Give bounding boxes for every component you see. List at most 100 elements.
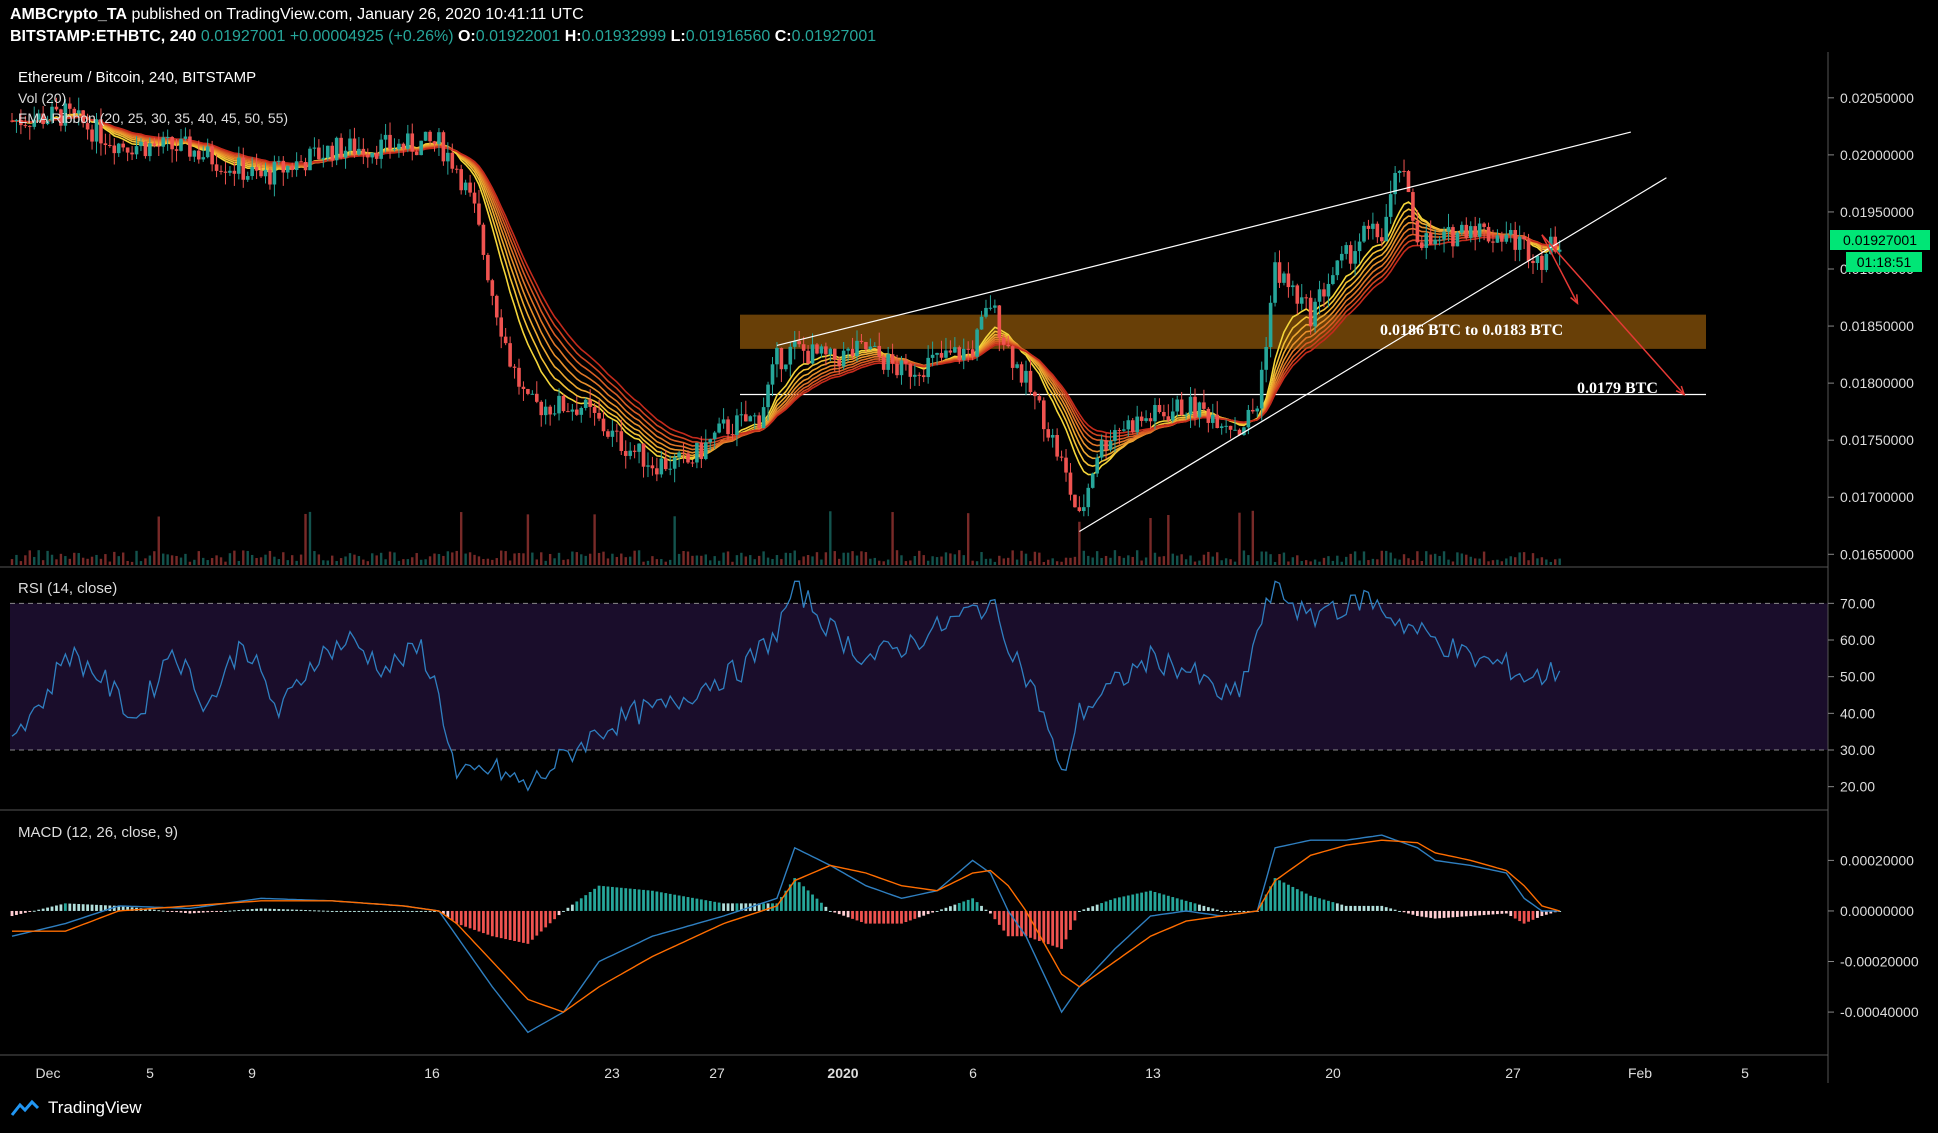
candle-body: [1482, 223, 1486, 227]
macd-hist-bar: [1140, 892, 1144, 911]
volume-bar: [726, 551, 730, 565]
x-tick-label: 2020: [827, 1065, 858, 1081]
candle-body: [325, 145, 330, 158]
volume-bar: [944, 552, 948, 565]
macd-hist-bar: [473, 910, 476, 930]
volume-bar: [397, 560, 401, 565]
volume-bar: [1131, 556, 1134, 565]
candle-body: [739, 414, 744, 416]
macd-hist-bar: [971, 898, 975, 911]
candle-body: [10, 120, 14, 122]
macd-hist-bar: [695, 898, 699, 911]
volume-bar: [37, 550, 40, 565]
time-axis[interactable]: Dec 5 9 16 23 27 2020 6 13 20 27 Feb 5: [36, 1065, 1750, 1081]
candle-body: [321, 157, 326, 160]
candle-body: [1313, 301, 1317, 327]
candle-body: [1500, 235, 1504, 242]
candle-body: [1428, 233, 1433, 245]
volume-bar: [1242, 550, 1246, 565]
price-pane[interactable]: [10, 62, 1828, 566]
volume-bar: [962, 555, 965, 565]
footer-brand[interactable]: TradingView: [10, 1098, 142, 1118]
candle-body: [1113, 430, 1117, 441]
y-tick-label: 60.00: [1840, 632, 1875, 648]
macd-hist-bar: [1367, 905, 1370, 911]
candle-body: [503, 336, 508, 344]
volume-bar: [557, 552, 561, 565]
candle-body: [557, 395, 561, 414]
volume-bar: [170, 555, 174, 565]
price-axis[interactable]: 0.020500000.020000000.019500000.01900000…: [1828, 90, 1919, 1020]
candle-body: [575, 409, 579, 415]
macd-hist-bar: [1447, 910, 1450, 918]
macd-hist-bar: [1433, 910, 1437, 919]
macd-hist-bar: [722, 903, 725, 911]
candle-body: [979, 316, 984, 330]
y-tick-label: 0.01650000: [1840, 546, 1914, 562]
volume-bar: [1522, 552, 1526, 565]
candle-body: [188, 136, 192, 157]
candle-body: [1415, 220, 1420, 243]
x-tick-label: 9: [248, 1065, 256, 1081]
candle-body: [988, 307, 993, 309]
macd-hist-bar: [731, 903, 734, 911]
candle-body: [819, 346, 824, 354]
candle-body: [1104, 440, 1108, 450]
volume-bar: [669, 559, 672, 565]
y-tick-label: 50.00: [1840, 669, 1875, 685]
volume-bar: [1420, 561, 1424, 565]
candle-body: [1362, 225, 1366, 242]
candle-body: [263, 169, 268, 177]
candle-body: [1108, 440, 1113, 450]
volume-bar: [913, 556, 917, 565]
candle-body: [864, 342, 868, 350]
candle-body: [534, 393, 539, 402]
macd-hist-bar: [1095, 904, 1099, 911]
candle-body: [370, 152, 375, 158]
candle-body: [432, 141, 437, 144]
candle-body: [521, 386, 526, 389]
volume-bar: [677, 553, 681, 565]
macd-hist-bar: [46, 907, 49, 911]
chart-canvas[interactable]: Ethereum / Bitcoin, 240, BITSTAMP Vol (2…: [0, 0, 1938, 1133]
candle-body: [27, 125, 32, 127]
candle-body: [1517, 236, 1522, 250]
candle-body: [744, 414, 748, 422]
candle-body: [152, 143, 157, 146]
candle-body: [174, 149, 179, 151]
candle-body: [539, 401, 544, 416]
volume-bar: [482, 558, 485, 565]
macd-hist-bar: [624, 888, 628, 911]
volume-bar: [1029, 561, 1032, 565]
candle-body: [1268, 302, 1273, 347]
candle-body: [290, 165, 294, 171]
volume-bar: [1038, 552, 1041, 565]
macd-hist-bar: [1384, 907, 1388, 911]
macd-hist-bar: [868, 910, 872, 924]
volume-bar: [1389, 552, 1392, 565]
macd-hist-bar: [1335, 903, 1339, 911]
candle-body: [748, 416, 753, 422]
volume-bar: [1202, 554, 1206, 565]
volume-bar: [1055, 561, 1059, 565]
candle-body: [1339, 253, 1344, 261]
macd-hist-bar: [522, 910, 525, 943]
macd-hist-bar: [1175, 898, 1179, 911]
candle-body: [1153, 404, 1157, 422]
macd-hist-bar: [962, 901, 966, 911]
volume-bar: [1558, 558, 1561, 565]
volume-bar: [1100, 558, 1103, 565]
macd-hist-bar: [1113, 898, 1117, 911]
candle-body: [374, 152, 379, 159]
macd-hist-bar: [846, 910, 850, 918]
volume-bar: [228, 553, 232, 565]
candle-body: [1162, 412, 1166, 417]
macd-hist-bar: [1069, 910, 1072, 930]
macd-hist-bar: [477, 910, 481, 932]
volume-bar: [1109, 557, 1112, 565]
volume-bar: [535, 559, 538, 565]
volume-bar: [593, 514, 596, 565]
macd-hist-bar: [157, 910, 161, 912]
volume-bar: [1060, 561, 1063, 565]
volume-bar: [126, 560, 129, 565]
